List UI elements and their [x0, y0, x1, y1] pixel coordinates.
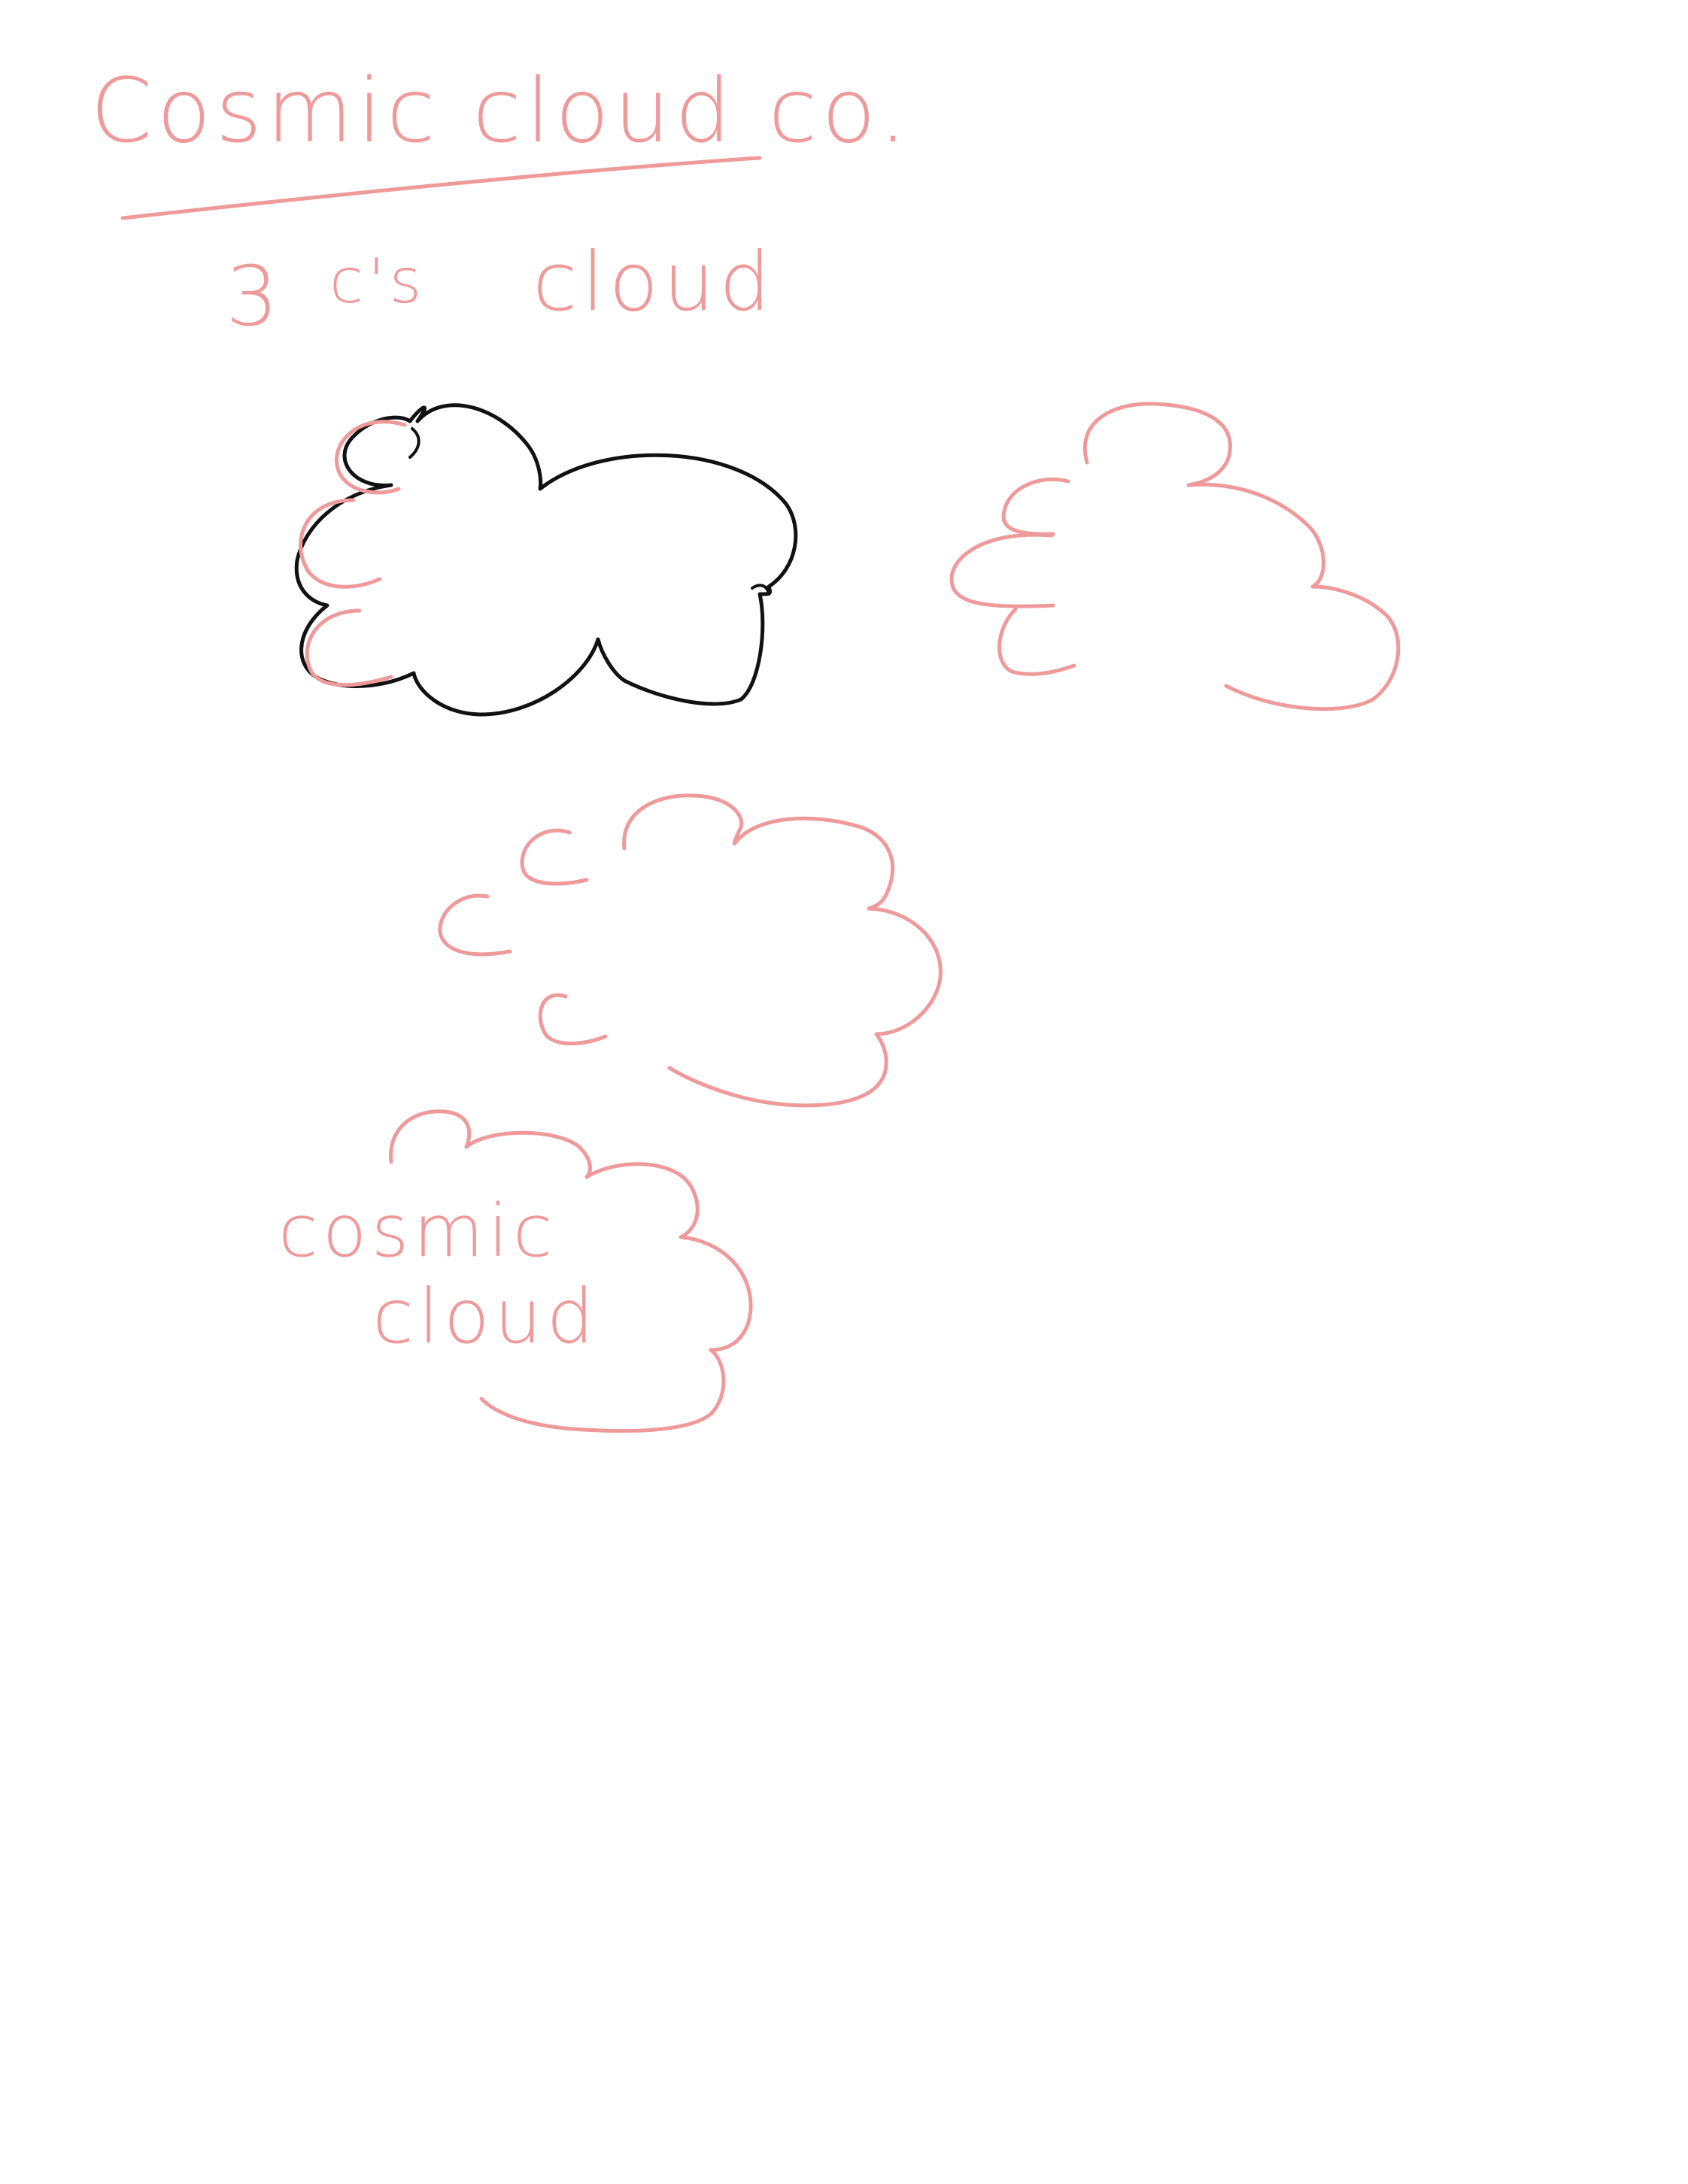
cloud3-c-2 — [438, 893, 512, 957]
cloud-sketch-pink-right — [949, 402, 1401, 711]
subtitle-cs: c's — [329, 246, 426, 317]
title-underline — [120, 156, 762, 220]
cloud-sketch-pink-middle — [438, 793, 943, 1108]
cloud4-label-line1: cosmic — [278, 1189, 557, 1273]
cloud4-label-line2: cloud — [372, 1272, 599, 1360]
cloud-sketch-black — [294, 403, 798, 717]
cloud2-c-1 — [1001, 477, 1070, 536]
cloud3-c-3 — [538, 993, 608, 1045]
cloud-black-nub-1 — [408, 427, 420, 459]
cloud-sketch-pink-labeled: cosmic cloud — [278, 1109, 753, 1433]
cloud3-outline — [622, 793, 943, 1108]
cloud2-c-2 — [949, 532, 1055, 608]
sketch-canvas: Cosmic cloud co. 3 c's cloud cosmic clou… — [90, 59, 1401, 1433]
cloud-black-pink-c-2 — [299, 498, 382, 589]
subtitle-number: 3 — [226, 248, 283, 344]
cloud2-c-3 — [997, 607, 1076, 676]
cloud3-c-1 — [520, 828, 589, 886]
cloud-black-outline — [294, 403, 798, 717]
cloud2-top-lobe — [1082, 402, 1401, 711]
sketch-title: Cosmic cloud co. — [90, 59, 912, 162]
subtitle-word: cloud — [533, 235, 775, 329]
cloud-black-pink-c-3 — [305, 608, 393, 687]
